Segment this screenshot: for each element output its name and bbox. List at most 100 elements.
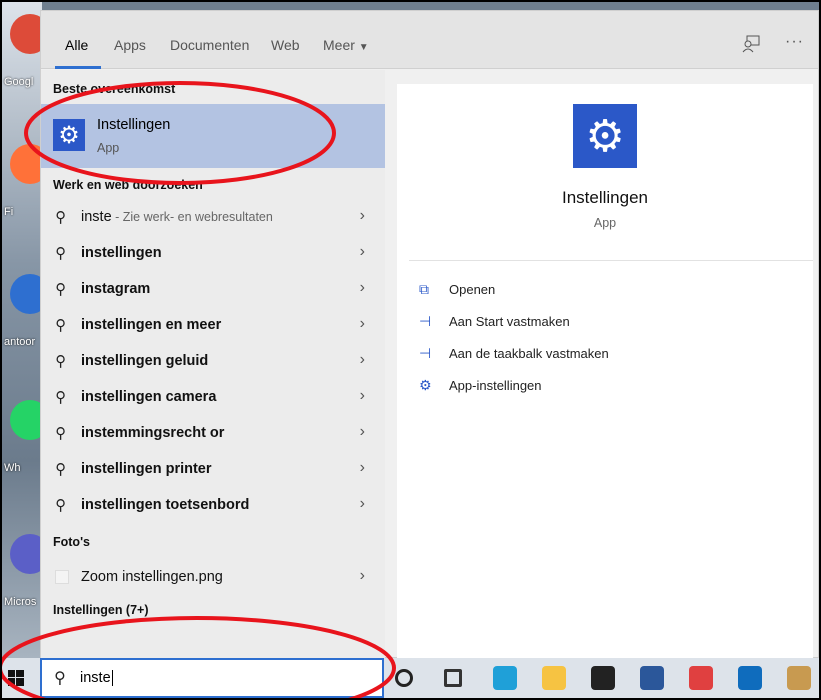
photo-result-label: Zoom instellingen.png bbox=[81, 569, 223, 585]
search-icon: ⚲ bbox=[55, 209, 66, 226]
suggestion-query: instellingen camera bbox=[81, 389, 217, 405]
tab-meer[interactable]: Meer ▼ bbox=[323, 37, 369, 53]
open-icon: ⧉ bbox=[419, 281, 429, 297]
file-explorer-icon[interactable] bbox=[542, 666, 566, 690]
web-suggestion[interactable]: ⚲ instellingen printer › bbox=[41, 451, 385, 487]
suggestion-text: instellingen bbox=[81, 245, 162, 261]
more-icon[interactable]: ··· bbox=[785, 33, 804, 51]
suggestion-text: instellingen geluid bbox=[81, 353, 208, 369]
search-input-value: inste bbox=[80, 670, 113, 686]
settings-app-large-icon: ⚙ bbox=[573, 104, 637, 168]
task-view-icon[interactable] bbox=[444, 669, 462, 687]
suggestion-query: instellingen geluid bbox=[81, 353, 209, 369]
search-icon: ⚲ bbox=[55, 497, 66, 514]
suggestion-text: instemmingsrecht or bbox=[81, 425, 224, 441]
suggestion-text: instellingen toetsenbord bbox=[81, 497, 249, 513]
chevron-right-icon: › bbox=[359, 387, 365, 404]
chevron-right-icon: › bbox=[359, 207, 365, 224]
active-tab-indicator bbox=[55, 66, 101, 69]
web-suggestion[interactable]: ⚲ instellingen geluid › bbox=[41, 343, 385, 379]
chevron-right-icon: › bbox=[359, 243, 365, 260]
divider bbox=[409, 260, 813, 261]
photo-result[interactable]: Zoom instellingen.png › bbox=[41, 559, 385, 595]
chevron-down-icon: ▼ bbox=[358, 42, 369, 53]
tab-documenten[interactable]: Documenten bbox=[170, 37, 249, 53]
gear-icon: ⚙ bbox=[419, 377, 432, 393]
suggestion-query: instellingen en meer bbox=[81, 317, 222, 333]
tab-alle[interactable]: Alle bbox=[65, 37, 88, 53]
suggestion-text: instellingen printer bbox=[81, 461, 212, 477]
feedback-icon[interactable] bbox=[741, 35, 761, 53]
action-label: Aan Start vastmaken bbox=[449, 314, 570, 329]
web-suggestion[interactable]: ⚲ instagram › bbox=[41, 271, 385, 307]
detail-pane: ⚙ Instellingen App ⧉ Openen ⊣ Aan Start vas… bbox=[397, 84, 813, 659]
desktop-shortcut-label: Fi bbox=[4, 206, 14, 218]
section-best-match: Beste overeenkomst bbox=[53, 82, 176, 96]
chevron-right-icon: › bbox=[359, 567, 365, 584]
desktop-shortcut-label: Micros bbox=[4, 596, 37, 608]
desktop-shortcut-label: antoor bbox=[4, 336, 36, 348]
search-icon: ⚲ bbox=[54, 670, 66, 687]
search-icon: ⚲ bbox=[55, 317, 66, 334]
action-label: Openen bbox=[449, 282, 496, 297]
pin-icon: ⊣ bbox=[419, 313, 432, 329]
web-suggestion[interactable]: ⚲ instemmingsrecht or › bbox=[41, 415, 385, 451]
edge-icon[interactable] bbox=[493, 666, 517, 690]
results-list: Beste overeenkomst ⚙ Instellingen App We… bbox=[41, 70, 385, 659]
suggestion-query: instagram bbox=[81, 281, 151, 297]
web-suggestion[interactable]: ⚲ instellingen camera › bbox=[41, 379, 385, 415]
chevron-right-icon: › bbox=[359, 351, 365, 368]
best-match-type: App bbox=[97, 141, 120, 155]
tab-web[interactable]: Web bbox=[271, 37, 300, 53]
search-icon: ⚲ bbox=[55, 245, 66, 262]
search-icon: ⚲ bbox=[55, 461, 66, 478]
windows-start-icon[interactable] bbox=[8, 670, 24, 686]
suggestion-text: instellingen en meer bbox=[81, 317, 221, 333]
chevron-right-icon: › bbox=[359, 423, 365, 440]
suggestion-text: instagram bbox=[81, 281, 150, 297]
web-suggestion[interactable]: ⚲ instellingen toetsenbord › bbox=[41, 487, 385, 523]
suggestion-query: instellingen bbox=[81, 245, 162, 261]
word-icon[interactable] bbox=[640, 666, 664, 690]
cortana-icon[interactable] bbox=[395, 669, 413, 687]
tab-apps[interactable]: Apps bbox=[114, 37, 146, 53]
detail-title: Instellingen bbox=[561, 188, 648, 207]
suggestion-hint: - Zie werk- en webresultaten bbox=[111, 210, 273, 224]
chevron-right-icon: › bbox=[359, 279, 365, 296]
search-icon: ⚲ bbox=[55, 353, 66, 370]
settings-app-icon: ⚙ bbox=[53, 119, 85, 151]
section-settings[interactable]: Instellingen (7+) bbox=[53, 603, 149, 617]
search-tabs: Alle Apps Documenten Web Meer ▼ ··· bbox=[41, 11, 818, 69]
action-label: Aan de taakbalk vastmaken bbox=[449, 346, 609, 361]
suggestion-text: inste - Zie werk- en webresultaten bbox=[81, 209, 273, 225]
chevron-right-icon: › bbox=[359, 495, 365, 512]
chevron-right-icon: › bbox=[359, 459, 365, 476]
section-photos: Foto's bbox=[53, 535, 90, 549]
desktop: Googl Fi antoor Wh Micros bbox=[2, 2, 50, 658]
search-icon: ⚲ bbox=[55, 389, 66, 406]
paint-icon[interactable] bbox=[787, 666, 811, 690]
snipping-tool-icon[interactable] bbox=[689, 666, 713, 690]
search-input[interactable]: ⚲ inste bbox=[40, 658, 384, 698]
obs-icon[interactable] bbox=[591, 666, 615, 690]
tab-meer-label: Meer bbox=[323, 37, 355, 53]
web-suggestion[interactable]: ⚲ instellingen en meer › bbox=[41, 307, 385, 343]
chevron-right-icon: › bbox=[359, 315, 365, 332]
best-match-instellingen[interactable]: ⚙ Instellingen App bbox=[41, 104, 385, 168]
suggestion-text: instellingen camera bbox=[81, 389, 216, 405]
suggestion-query: instemmingsrecht or bbox=[81, 425, 225, 441]
web-suggestion[interactable]: ⚲ inste - Zie werk- en webresultaten › bbox=[41, 199, 385, 235]
detail-type: App bbox=[593, 216, 617, 230]
best-match-title: Instellingen bbox=[97, 117, 171, 133]
outlook-icon[interactable] bbox=[738, 666, 762, 690]
screen: Googl Fi antoor Wh Micros Alle Apps Document… bbox=[2, 2, 819, 698]
search-icon: ⚲ bbox=[55, 425, 66, 442]
image-file-icon bbox=[55, 570, 69, 584]
taskbar: ⚲ inste bbox=[2, 658, 819, 698]
pin-icon: ⊣ bbox=[419, 345, 432, 361]
web-suggestion[interactable]: ⚲ instellingen › bbox=[41, 235, 385, 271]
suggestion-query: instellingen printer bbox=[81, 461, 212, 477]
action-label: App-instellingen bbox=[449, 378, 542, 393]
desktop-shortcut-label: Wh bbox=[4, 462, 21, 474]
search-icon: ⚲ bbox=[55, 281, 66, 298]
